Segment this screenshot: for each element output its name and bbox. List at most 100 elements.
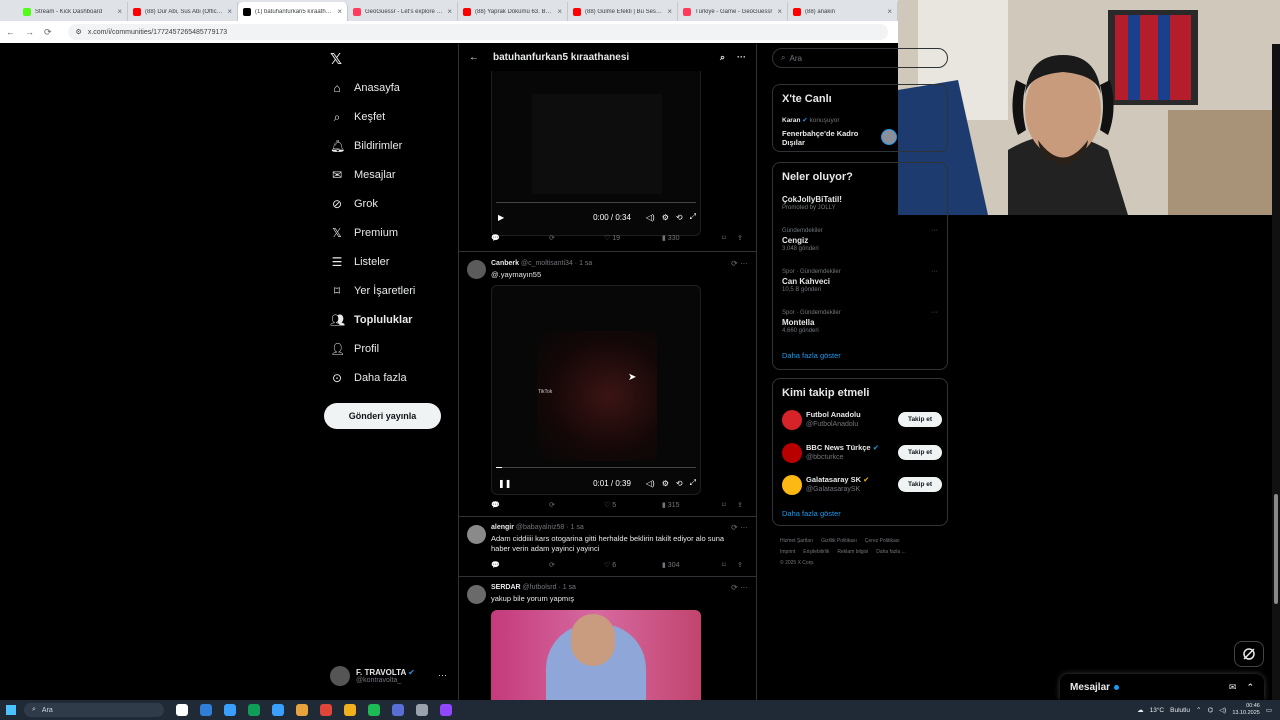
avatar[interactable] [782,475,802,495]
more-icon[interactable]: ⟳ ··· [731,583,748,592]
video-progress-bar[interactable] [496,467,696,468]
tweet-image[interactable] [491,610,701,700]
trend-more-icon[interactable]: ··· [931,309,938,316]
site-info-icon[interactable]: ⚙ [76,28,82,36]
reply-icon[interactable]: 💬 [491,234,549,242]
back-arrow-icon[interactable]: ← [469,52,479,63]
bookmark-icon[interactable]: ⌑ [722,234,737,242]
trend-item[interactable]: Spor · Gündemdekiler Can Kahveci 10,5 B … [782,268,841,295]
browser-tab[interactable]: GeoGuessr - Let's explore the w × [348,2,458,21]
browser-tab[interactable]: Türkiye - Game - GeoGuessr × [678,2,788,21]
page-scrollbar[interactable] [1272,44,1280,700]
repeat-icon[interactable]: ⟲ [676,479,683,488]
taskbar-app-icon[interactable] [248,704,260,716]
avatar[interactable] [467,585,486,604]
tab-close-icon[interactable]: × [777,7,782,16]
tab-close-icon[interactable]: × [227,7,232,16]
messages-drawer[interactable]: Mesajlar ✉ ⌃ [1060,674,1264,700]
follow-suggestion[interactable]: Galatasaray SK ✔ @GalatasaraySK Takip et [782,473,942,497]
taskbar-app-icon[interactable] [296,704,308,716]
post-button[interactable]: Gönderi yayınla [324,403,441,429]
avatar[interactable] [467,260,486,279]
nav-item-daha-fazla[interactable]: ⊙ Daha fazla [330,368,407,388]
browser-tab[interactable]: (88) Gülme Efekti | Bu Sese İnsa × [568,2,678,21]
avatar[interactable] [467,525,486,544]
nav-item-keşfet[interactable]: ⌕ Keşfet [330,107,386,127]
tweet-handle[interactable]: @c_moltisanti34 [521,260,573,267]
taskbar-app-icon[interactable] [440,704,452,716]
taskbar-app-icon[interactable] [200,704,212,716]
nav-item-profil[interactable]: 👤︎ Profil [330,339,379,359]
nav-item-mesajlar[interactable]: ✉ Mesajlar [330,165,396,185]
views-button[interactable]: ▮ 315 [662,501,722,509]
tweet-time[interactable]: 1 sa [563,584,576,591]
trend-item[interactable]: Gündemdekiler Cengiz 3.048 gönderi [782,227,823,254]
browser-tab[interactable]: (88) Yaprak Dökümü 63. Bölüm × [458,2,568,21]
nav-item-anasayfa[interactable]: ⌂ Anasayfa [330,78,400,98]
forward-icon[interactable]: → [25,27,34,37]
share-icon[interactable]: ⇪ [737,561,743,569]
repost-icon[interactable]: ⟳ [549,501,604,509]
video-progress-bar[interactable] [496,202,696,203]
tab-close-icon[interactable]: × [117,7,122,16]
account-switcher[interactable]: F. TRAVOLTA ✔ @kontravolta_ [330,666,415,686]
live-topic[interactable]: Fenerbahçe'de Kadro Dışılar [782,129,872,147]
reply-icon[interactable]: 💬 [491,561,549,569]
reload-icon[interactable]: ⟳ [44,27,52,38]
tweet[interactable]: SERDAR @futbolsrd · 1 sa ⟳ ··· yakup bil… [459,576,756,700]
follow-button[interactable]: Takip et [898,445,942,460]
settings-icon[interactable]: ⚙ [662,213,669,222]
volume-icon[interactable]: ◁) [646,479,655,488]
like-button[interactable]: ♡ 19 [604,234,662,242]
fullscreen-icon[interactable]: ⤢ [690,478,696,488]
repost-icon[interactable]: ⟳ [549,561,604,569]
search-icon[interactable]: ⌕ [720,52,725,63]
taskbar-app-icon[interactable] [272,704,284,716]
browser-tab[interactable]: Stream - Kick Dashboard × [18,2,128,21]
account-more-icon[interactable]: ··· [438,670,447,680]
taskbar-app-icon[interactable] [320,704,332,716]
nav-item-listeler[interactable]: ☰ Listeler [330,252,390,272]
trend-more-icon[interactable]: ··· [931,227,938,234]
footer-link[interactable]: Daha fazla ... [876,549,905,555]
more-icon[interactable]: ⟳ ··· [731,523,748,532]
live-host[interactable]: Karan ✔ konuşuyor [782,116,840,124]
settings-icon[interactable]: ⚙ [662,479,669,488]
new-message-icon[interactable]: ✉ [1229,682,1237,693]
video-player[interactable]: ▶ 0:00 / 0:34 ◁) ⚙ ⟲ ⤢ [491,64,701,236]
back-icon[interactable]: ← [6,27,15,37]
live-avatar[interactable] [881,129,897,145]
notification-icon[interactable]: ▭ [1266,706,1272,714]
taskbar-app-icon[interactable] [224,704,236,716]
footer-link[interactable]: Erişilebilirlik [803,549,829,555]
avatar[interactable] [782,410,802,430]
views-button[interactable]: ▮ 304 [662,561,722,569]
video-player[interactable]: TikTok ➤ ❚❚ 0:01 / 0:39 ◁) ⚙ ⟲ ⤢ [491,285,701,495]
like-button[interactable]: ♡ 6 [604,561,662,569]
url-field[interactable]: ⚙ x.com/i/communities/177245726548577917… [67,24,888,40]
tab-close-icon[interactable]: × [557,7,562,16]
taskbar-app-icon[interactable] [392,704,404,716]
trend-more-icon[interactable]: ··· [931,268,938,275]
repost-icon[interactable]: ⟳ [549,234,604,242]
browser-tab[interactable]: (88) anakin × [788,2,898,21]
tweet-author[interactable]: Canberk [491,260,519,267]
browser-tab[interactable]: (1) batuhanfurkan5 kıraathanesi × [238,2,348,21]
taskbar-app-icon[interactable] [176,704,188,716]
browser-tab[interactable]: (88) Dur Abi, Sus Abi (Official V × [128,2,238,21]
pause-icon[interactable]: ❚❚ [498,479,511,488]
views-button[interactable]: ▮ 330 [662,234,722,242]
footer-link[interactable]: Imprint [780,549,795,555]
nav-item-yer-i-şaretleri[interactable]: ⌑ Yer İşaretleri [330,281,415,301]
footer-link[interactable]: Reklam bilgisi [837,549,868,555]
taskbar-app-icon[interactable] [416,704,428,716]
tweet-handle[interactable]: @babayalniz58 [516,524,564,531]
footer-link[interactable]: Çerez Politikası [865,538,900,544]
volume-icon[interactable]: ◁) [1219,706,1226,714]
tweet-time[interactable]: 1 sa [571,524,584,531]
weather-icon[interactable]: ☁ [1137,706,1144,714]
tweet-author[interactable]: alengir [491,524,514,531]
play-icon[interactable]: ▶ [498,213,504,222]
tweet-time[interactable]: 1 sa [579,260,592,267]
clock[interactable]: 00:46 13.10.2025 [1232,703,1260,717]
